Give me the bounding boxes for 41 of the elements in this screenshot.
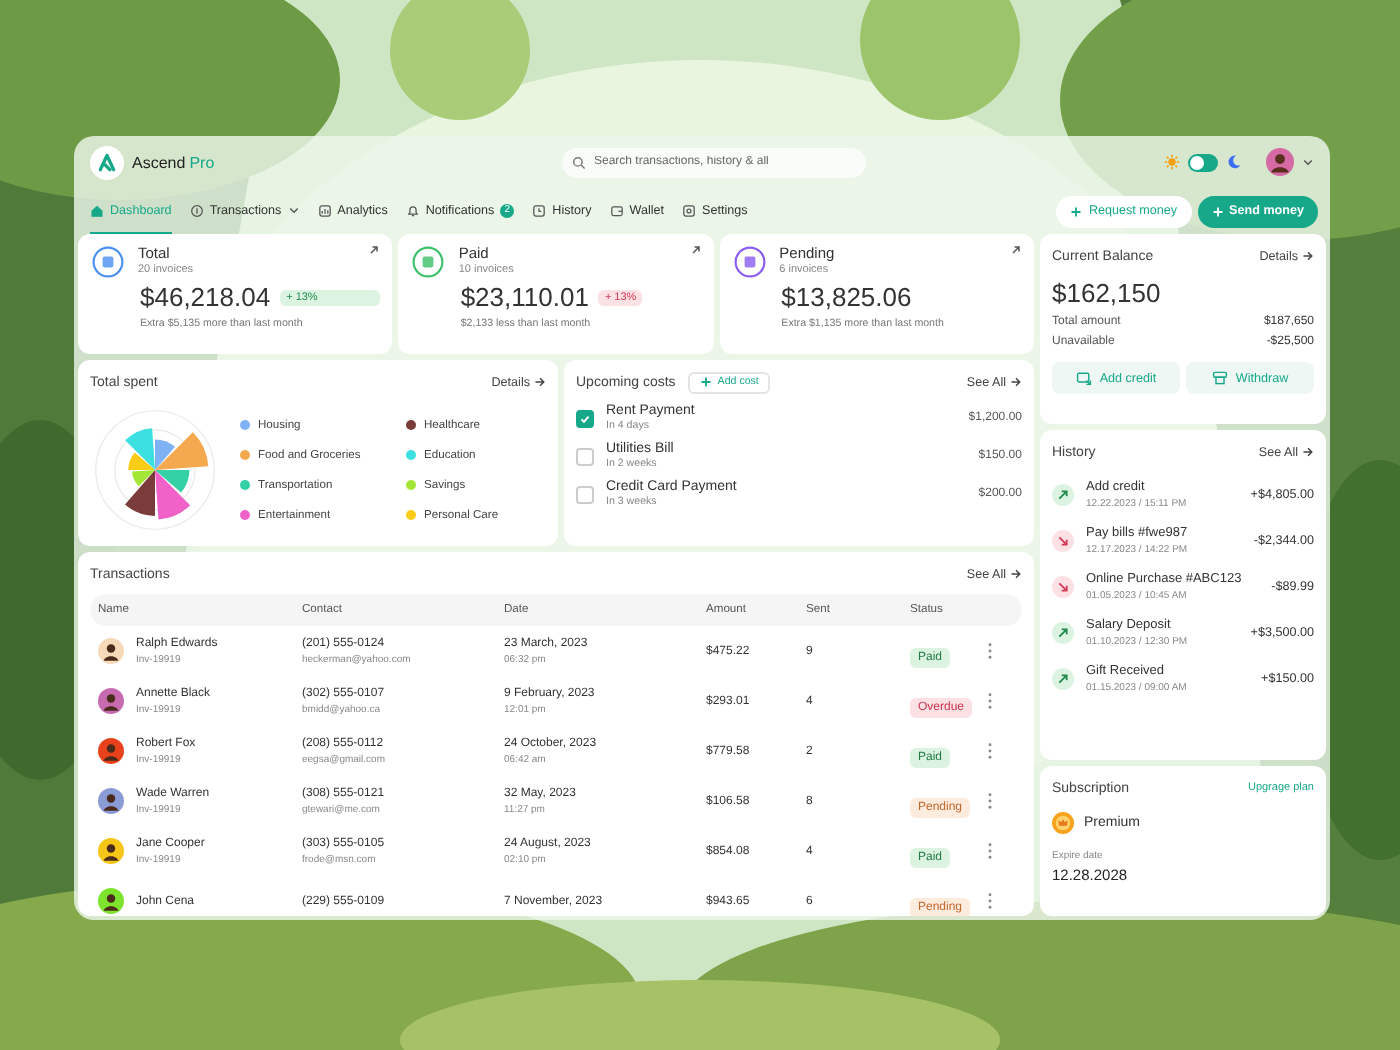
arrow-right-icon <box>1302 446 1314 458</box>
moon-icon <box>1226 154 1242 170</box>
brand-edition: Pro <box>189 153 215 171</box>
clock-icon <box>532 203 547 217</box>
search-icon <box>572 155 586 169</box>
checkbox[interactable] <box>576 409 594 427</box>
expand-arrow-icon[interactable] <box>368 244 381 256</box>
arrow-right-icon <box>1010 376 1022 388</box>
more-icon[interactable] <box>986 892 994 910</box>
stat-amount: $13,825.06 <box>781 282 912 312</box>
sun-icon <box>1164 154 1180 170</box>
caret-icon <box>287 204 300 216</box>
plus-icon <box>699 376 712 388</box>
more-icon[interactable] <box>986 842 994 860</box>
arrow-right-icon <box>534 376 546 388</box>
card-icon <box>1075 370 1092 386</box>
crown-icon <box>1052 812 1074 834</box>
checkbox[interactable] <box>576 447 594 465</box>
chart-icon <box>317 203 332 217</box>
balance-amount: $162,150 <box>1052 278 1163 308</box>
bell-icon <box>405 203 420 217</box>
plus-icon <box>1211 205 1224 217</box>
theme-toggle[interactable] <box>1188 153 1218 171</box>
more-icon[interactable] <box>986 642 994 660</box>
arrow-right-icon <box>1010 568 1022 580</box>
brand-name: Ascend <box>132 153 186 171</box>
stat-amount: $46,218.04 <box>140 282 271 312</box>
arrow-right-icon <box>1302 250 1314 262</box>
coin-icon <box>189 203 204 217</box>
more-icon[interactable] <box>986 692 994 710</box>
logo-icon <box>90 145 124 179</box>
stat-amount: $23,110.01 <box>460 282 589 312</box>
checkbox[interactable] <box>576 485 594 503</box>
more-icon[interactable] <box>986 792 994 810</box>
expand-arrow-icon[interactable] <box>1009 244 1022 256</box>
plus-icon <box>1070 205 1083 217</box>
wallet-icon <box>609 203 624 217</box>
more-icon[interactable] <box>986 742 994 760</box>
expand-arrow-icon[interactable] <box>689 244 702 256</box>
avatar[interactable] <box>1266 148 1294 176</box>
caret-icon[interactable] <box>1302 156 1314 168</box>
